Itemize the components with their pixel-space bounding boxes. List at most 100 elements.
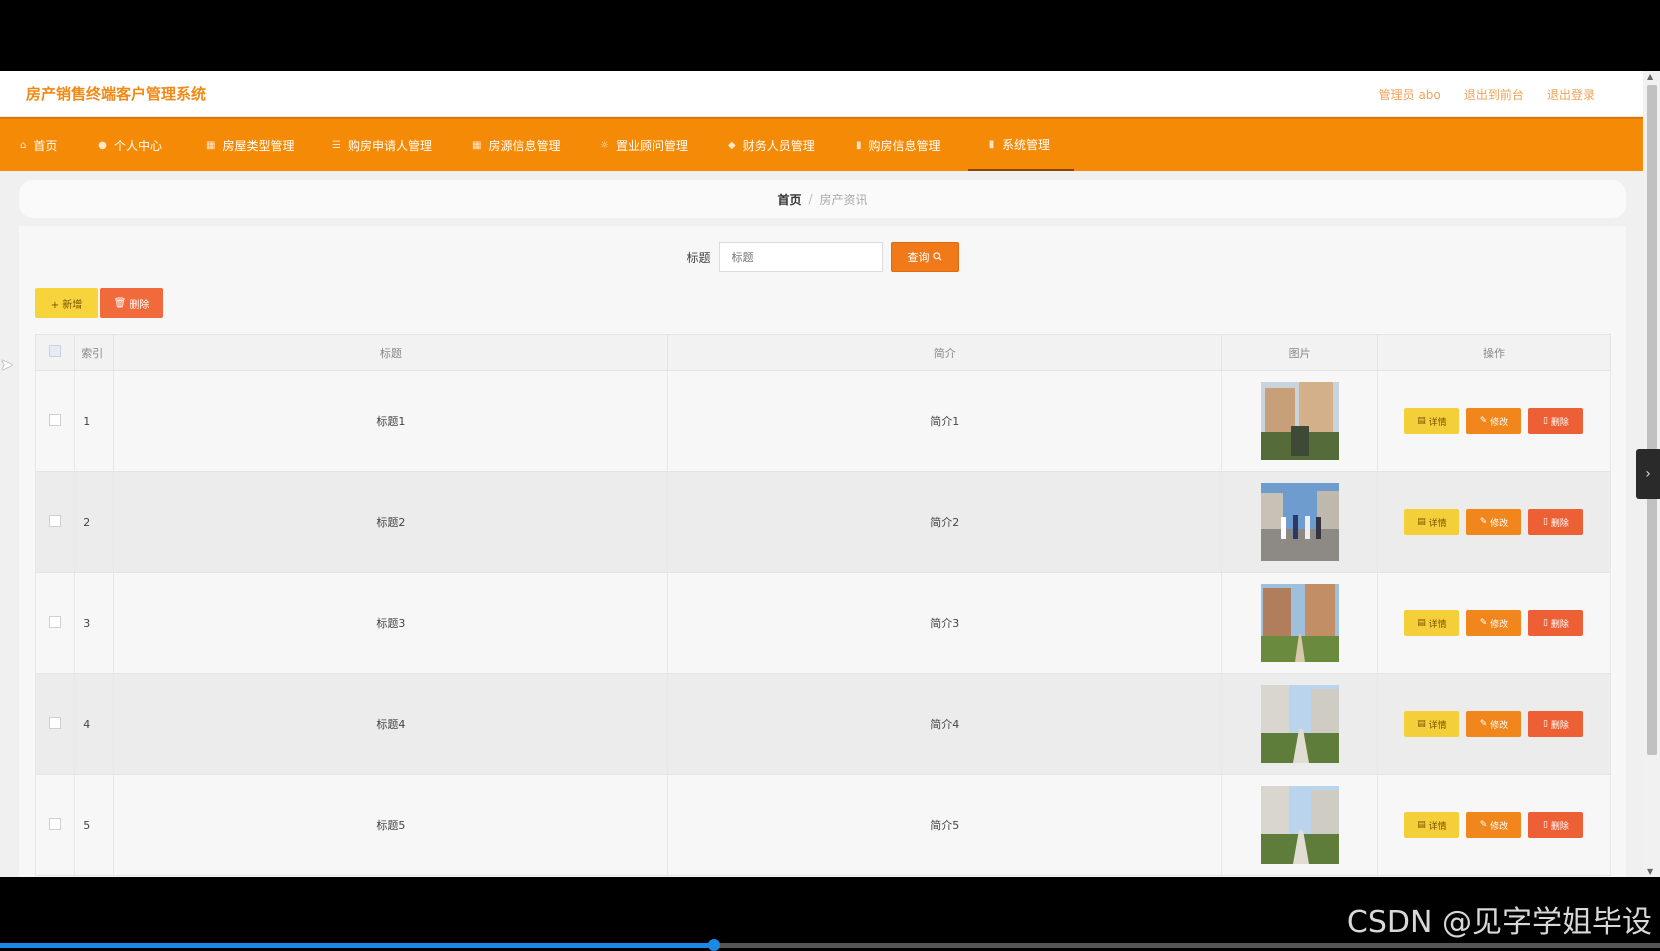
table-row: 4 标题4 简介4 ▤ 详情 ✎ 修改 ▯ 删除: [34, 673, 1612, 775]
nav-item-2[interactable]: ▦ 房屋类型管理: [186, 119, 312, 171]
edit-button[interactable]: ✎ 修改: [1466, 408, 1522, 434]
row-checkbox[interactable]: [49, 413, 62, 426]
scroll-thumb[interactable]: [1647, 85, 1657, 755]
detail-label: 详情: [1428, 720, 1447, 731]
main-nav: ⌂ 首页 ● 个人中心 ▦ 房屋类型管理 ☰ 购房申请人管理 ▦ 房源信息管理 ☼ 置业顾问管理 ◆ 财务…: [0, 117, 1643, 171]
list-icon: ☰: [332, 139, 341, 151]
table-row: 5 标题5 简介5 ▤ 详情 ✎ 修改 ▯ 删除: [34, 774, 1612, 876]
edit-button[interactable]: ✎ 修改: [1466, 812, 1522, 838]
row-index: 5: [74, 774, 115, 876]
trash-icon: ▯: [1543, 416, 1548, 426]
chevron-right-icon: ›: [1645, 466, 1651, 482]
app-title: 房产销售终端客户管理系统: [26, 85, 207, 103]
row-image-cell: [1221, 572, 1378, 674]
news-table: 索引 标题 简介 图片 操作 1 标题1 简介1 ▤ 详情 ✎ 修改 ▯ 删除 2 标题2 简介…: [34, 334, 1612, 876]
trash-icon: 🗑: [113, 297, 127, 309]
house-photo-image: [1260, 382, 1339, 460]
add-button-label: + 新增: [50, 299, 83, 311]
row-ops-cell: ▤ 详情 ✎ 修改 ▯ 删除: [1376, 471, 1612, 573]
delete-button[interactable]: ▯ 删除: [1528, 711, 1584, 737]
search-button[interactable]: 查询: [890, 242, 959, 272]
header-index: 索引: [74, 334, 115, 371]
row-image-cell: [1221, 370, 1378, 472]
video-progress-knob[interactable]: [707, 939, 720, 951]
search-icon: [932, 251, 942, 264]
nav-item-0[interactable]: ⌂ 首页: [0, 119, 78, 171]
nav-item-5[interactable]: ☼ 置业顾问管理: [580, 119, 708, 171]
row-title: 标题4: [113, 673, 669, 775]
row-title: 标题3: [113, 572, 669, 674]
header-title: 标题: [113, 334, 669, 371]
nav-item-6[interactable]: ◆ 财务人员管理: [708, 119, 836, 171]
user-icon: ●: [98, 139, 107, 151]
edit-button[interactable]: ✎ 修改: [1466, 610, 1522, 636]
breadcrumb-home[interactable]: 首页: [777, 191, 801, 208]
detail-button[interactable]: ▤ 详情: [1404, 408, 1460, 434]
nav-item-label: 购房申请人管理: [347, 138, 432, 153]
edit-label: 修改: [1490, 417, 1509, 428]
pencil-icon: ✎: [1479, 719, 1488, 729]
nav-item-3[interactable]: ☰ 购房申请人管理: [312, 119, 452, 171]
row-checkbox-cell: [34, 774, 76, 876]
header-ops: 操作: [1376, 334, 1612, 371]
back-to-frontend-link[interactable]: 退出到前台: [1464, 88, 1524, 102]
row-intro: 简介2: [667, 471, 1223, 573]
logout-link[interactable]: 退出登录: [1547, 88, 1595, 102]
house-photo-image: [1260, 786, 1339, 864]
nav-item-7[interactable]: ▮ 购房信息管理: [836, 119, 964, 171]
delete-button[interactable]: ▯ 删除: [1528, 812, 1584, 838]
nav-item-label: 房源信息管理: [488, 138, 561, 153]
detail-button[interactable]: ▤ 详情: [1404, 711, 1460, 737]
add-button[interactable]: + 新增: [35, 288, 98, 318]
scroll-down-arrow-icon[interactable]: ▼: [1647, 867, 1653, 876]
delete-button[interactable]: ▯ 删除: [1528, 408, 1584, 434]
doc-icon: ▤: [1417, 618, 1426, 628]
row-ops-cell: ▤ 详情 ✎ 修改 ▯ 删除: [1376, 572, 1612, 674]
row-title: 标题1: [113, 370, 669, 472]
detail-button[interactable]: ▤ 详情: [1404, 812, 1460, 838]
row-image-cell: [1221, 673, 1378, 775]
row-checkbox[interactable]: [49, 716, 62, 729]
nav-item-1[interactable]: ● 个人中心: [78, 119, 186, 171]
row-index: 3: [74, 572, 115, 674]
edit-button[interactable]: ✎ 修改: [1466, 711, 1522, 737]
row-intro: 简介1: [667, 370, 1223, 472]
nav-item-4[interactable]: ▦ 房源信息管理: [452, 119, 580, 171]
batch-delete-button[interactable]: 🗑 删除: [100, 288, 163, 318]
edit-label: 修改: [1490, 821, 1509, 832]
row-checkbox[interactable]: [49, 615, 62, 628]
row-checkbox[interactable]: [49, 514, 62, 527]
nav-item-label: 房屋类型管理: [222, 138, 295, 153]
search-bar: 标题 查询: [19, 242, 1626, 272]
scroll-up-arrow-icon[interactable]: ▲: [1647, 72, 1653, 81]
row-index: 1: [74, 370, 115, 472]
mouse-cursor-icon: ➤: [0, 355, 14, 374]
detail-button[interactable]: ▤ 详情: [1404, 509, 1460, 535]
row-checkbox[interactable]: [49, 817, 62, 830]
detail-label: 详情: [1428, 619, 1447, 630]
row-index: 2: [74, 471, 115, 573]
select-all-checkbox[interactable]: [49, 345, 62, 357]
delete-button[interactable]: ▯ 删除: [1528, 509, 1584, 535]
edit-label: 修改: [1490, 619, 1509, 630]
row-checkbox-cell: [34, 471, 76, 573]
search-input[interactable]: [718, 242, 883, 272]
detail-button[interactable]: ▤ 详情: [1404, 610, 1460, 636]
wallet-icon: ◆: [728, 139, 736, 151]
edit-button[interactable]: ✎ 修改: [1466, 509, 1522, 535]
nav-item-8[interactable]: ▮ 系统管理: [968, 119, 1074, 171]
delete-button[interactable]: ▯ 删除: [1528, 610, 1584, 636]
row-title: 标题5: [113, 774, 669, 876]
trash-icon: ▯: [1543, 618, 1548, 628]
row-ops-cell: ▤ 详情 ✎ 修改 ▯ 删除: [1376, 774, 1612, 876]
pencil-icon: ✎: [1479, 517, 1488, 527]
content-panel: 标题 查询 + 新增 🗑 删除: [19, 226, 1626, 877]
nav-item-label: 购房信息管理: [868, 138, 941, 153]
edit-label: 修改: [1490, 720, 1509, 731]
chart-icon: ▮: [988, 138, 995, 150]
side-panel-toggle[interactable]: ›: [1636, 449, 1660, 499]
doc-icon: ▤: [1417, 416, 1426, 426]
table-header-row: 索引 标题 简介 图片 操作: [34, 334, 1612, 371]
trash-icon: ▯: [1543, 719, 1548, 729]
admin-user-link[interactable]: 管理员 abo: [1379, 88, 1441, 102]
